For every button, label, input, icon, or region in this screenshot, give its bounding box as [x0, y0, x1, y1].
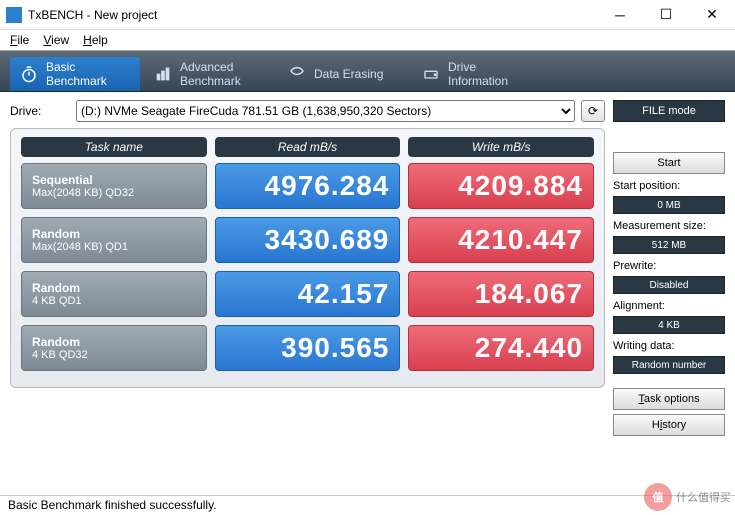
task-detail: Max(2048 KB) QD1	[32, 241, 196, 253]
test-row: RandomMax(2048 KB) QD13430.6894210.447	[21, 217, 594, 263]
task-detail: 4 KB QD32	[32, 349, 196, 361]
tab-drive-information[interactable]: Drive Information	[412, 57, 542, 91]
msize-label: Measurement size:	[613, 220, 725, 232]
header-task: Task name	[21, 137, 207, 157]
header-read: Read mB/s	[215, 137, 401, 157]
drive-icon	[422, 65, 440, 83]
tab-advanced-benchmark[interactable]: Advanced Benchmark	[144, 57, 274, 91]
maximize-button[interactable]: ☐	[643, 0, 689, 29]
prewrite-value[interactable]: Disabled	[613, 276, 725, 294]
tabstrip: Basic Benchmark Advanced Benchmark Data …	[0, 50, 735, 92]
erase-icon	[288, 65, 306, 83]
tab-basic-benchmark[interactable]: Basic Benchmark	[10, 57, 140, 91]
task-cell[interactable]: Random4 KB QD32	[21, 325, 207, 371]
menubar: File View Help	[0, 30, 735, 50]
test-row: Random4 KB QD32390.565274.440	[21, 325, 594, 371]
side-panel: FILE mode Start Start position: 0 MB Mea…	[613, 100, 725, 436]
tab-label: Data Erasing	[314, 67, 383, 81]
read-value: 42.157	[215, 271, 401, 317]
read-value: 3430.689	[215, 217, 401, 263]
task-cell[interactable]: RandomMax(2048 KB) QD1	[21, 217, 207, 263]
startpos-value[interactable]: 0 MB	[613, 196, 725, 214]
task-name: Random	[32, 335, 196, 349]
bars-icon	[154, 65, 172, 83]
minimize-button[interactable]: ─	[597, 0, 643, 29]
titlebar: TxBENCH - New project ─ ☐ ✕	[0, 0, 735, 30]
test-row: SequentialMax(2048 KB) QD324976.2844209.…	[21, 163, 594, 209]
startpos-label: Start position:	[613, 180, 725, 192]
task-detail: Max(2048 KB) QD32	[32, 187, 196, 199]
align-label: Alignment:	[613, 300, 725, 312]
prewrite-label: Prewrite:	[613, 260, 725, 272]
file-mode-button[interactable]: FILE mode	[613, 100, 725, 122]
refresh-button[interactable]: ⟳	[581, 100, 605, 122]
stopwatch-icon	[20, 65, 38, 83]
start-button[interactable]: Start	[613, 152, 725, 174]
write-value: 4210.447	[408, 217, 594, 263]
task-name: Random	[32, 227, 196, 241]
watermark-text: 什么值得买	[676, 489, 731, 505]
tab-label: Advanced Benchmark	[180, 60, 241, 88]
window-title: TxBENCH - New project	[28, 8, 597, 22]
read-value: 4976.284	[215, 163, 401, 209]
drive-select[interactable]: (D:) NVMe Seagate FireCuda 781.51 GB (1,…	[76, 100, 575, 122]
benchmark-panel: Task name Read mB/s Write mB/s Sequentia…	[10, 128, 605, 388]
menu-file[interactable]: File	[4, 32, 35, 48]
close-button[interactable]: ✕	[689, 0, 735, 29]
history-button[interactable]: History	[613, 414, 725, 436]
refresh-icon: ⟳	[588, 104, 598, 118]
task-name: Sequential	[32, 173, 196, 187]
write-value: 4209.884	[408, 163, 594, 209]
tab-label: Drive Information	[448, 60, 508, 88]
menu-help[interactable]: Help	[77, 32, 114, 48]
status-bar: Basic Benchmark finished successfully.	[0, 495, 735, 515]
app-icon	[6, 7, 22, 23]
task-options-button[interactable]: Task options	[613, 388, 725, 410]
header-write: Write mB/s	[408, 137, 594, 157]
wdata-value[interactable]: Random number	[613, 356, 725, 374]
task-detail: 4 KB QD1	[32, 295, 196, 307]
msize-value[interactable]: 512 MB	[613, 236, 725, 254]
align-value[interactable]: 4 KB	[613, 316, 725, 334]
watermark-icon: 值	[644, 483, 672, 511]
write-value: 274.440	[408, 325, 594, 371]
task-cell[interactable]: Random4 KB QD1	[21, 271, 207, 317]
tab-data-erasing[interactable]: Data Erasing	[278, 57, 408, 91]
menu-view[interactable]: View	[37, 32, 75, 48]
drive-label: Drive:	[10, 104, 70, 118]
read-value: 390.565	[215, 325, 401, 371]
wdata-label: Writing data:	[613, 340, 725, 352]
task-name: Random	[32, 281, 196, 295]
drive-selector-row: Drive: (D:) NVMe Seagate FireCuda 781.51…	[10, 100, 605, 122]
tab-label: Basic Benchmark	[46, 60, 107, 88]
watermark: 值 什么值得买	[644, 483, 731, 511]
test-row: Random4 KB QD142.157184.067	[21, 271, 594, 317]
write-value: 184.067	[408, 271, 594, 317]
task-cell[interactable]: SequentialMax(2048 KB) QD32	[21, 163, 207, 209]
